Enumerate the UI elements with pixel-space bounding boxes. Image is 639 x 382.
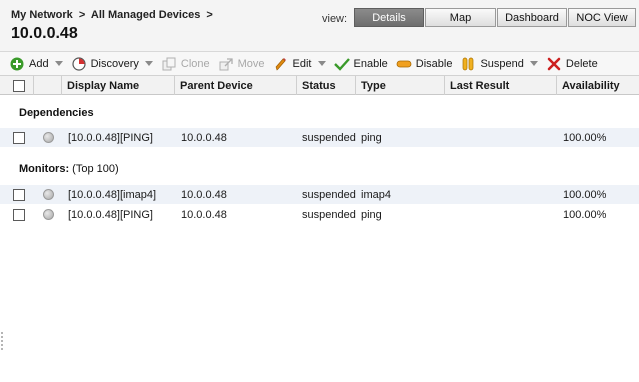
status-dot-icon	[43, 209, 54, 220]
cell-status: suspended	[302, 188, 356, 201]
row-checkbox-cell	[13, 128, 25, 147]
cell-type: ping	[361, 208, 382, 221]
suspend-icon	[460, 56, 476, 72]
cell-type: ping	[361, 131, 382, 144]
status-dot-cell	[43, 205, 54, 224]
action-toolbar: Add Discovery Clone Move Edit Enable Dis…	[0, 52, 639, 76]
disable-button[interactable]: Disable	[393, 53, 458, 75]
edit-icon	[273, 56, 289, 72]
suspend-label: Suspend	[480, 57, 524, 70]
tab-noc-view[interactable]: NOC View	[568, 8, 636, 27]
disable-icon	[396, 56, 412, 72]
status-icon-column	[34, 76, 62, 95]
add-button[interactable]: Add	[0, 53, 68, 75]
cell-availability: 100.00%	[563, 188, 607, 201]
breadcrumb-separator: >	[78, 9, 86, 21]
row-checkbox[interactable]	[13, 131, 25, 144]
column-type[interactable]: Type	[356, 76, 445, 95]
row-checkbox[interactable]	[13, 188, 25, 201]
monitors-label: Monitors:	[19, 163, 70, 175]
enable-icon	[333, 56, 350, 72]
monitors-section-label: Monitors: (Top 100)	[19, 163, 119, 175]
suspend-button[interactable]: Suspend	[457, 53, 542, 75]
cell-display-name[interactable]: [10.0.0.48][PING]	[68, 128, 153, 147]
breadcrumb-separator: >	[206, 9, 213, 21]
clone-icon	[161, 56, 177, 72]
column-last-result[interactable]: Last Result	[445, 76, 557, 95]
column-display-name[interactable]: Display Name	[62, 76, 175, 95]
cell-parent-device: 10.0.0.48	[181, 131, 227, 144]
cell-display-name[interactable]: [10.0.0.48][PING]	[68, 205, 153, 224]
row-checkbox-cell	[13, 185, 25, 204]
add-icon	[9, 56, 25, 72]
chevron-down-icon[interactable]	[317, 61, 326, 66]
enable-label: Enable	[353, 57, 388, 70]
move-icon	[218, 56, 234, 72]
view-label: view:	[322, 13, 348, 25]
disable-label: Disable	[415, 57, 453, 70]
add-label: Add	[29, 57, 49, 70]
column-status[interactable]: Status	[297, 76, 356, 95]
cell-parent-device: 10.0.0.48	[181, 208, 227, 221]
cell-display-name[interactable]: [10.0.0.48][imap4]	[68, 185, 156, 204]
column-parent-device[interactable]: Parent Device	[175, 76, 297, 95]
select-all-checkbox[interactable]	[13, 79, 25, 92]
breadcrumb-my-network[interactable]: My Network	[11, 9, 73, 21]
chevron-down-icon[interactable]	[144, 61, 153, 66]
column-availability[interactable]: Availability	[557, 76, 639, 95]
table-row[interactable]: [10.0.0.48][PING] 10.0.0.48 suspended pi…	[0, 205, 639, 224]
breadcrumb: My Network > All Managed Devices >	[11, 9, 216, 21]
table-row[interactable]: [10.0.0.48][PING] 10.0.0.48 suspended pi…	[0, 128, 639, 147]
cell-parent-device: 10.0.0.48	[181, 188, 227, 201]
table-row[interactable]: [10.0.0.48][imap4] 10.0.0.48 suspended i…	[0, 185, 639, 204]
tab-map[interactable]: Map	[425, 8, 496, 27]
view-tabs: Details Map Dashboard NOC View	[354, 8, 637, 27]
edit-label: Edit	[292, 57, 312, 70]
edit-button[interactable]: Edit	[270, 53, 331, 75]
select-all-cell	[0, 76, 34, 95]
status-dot-icon	[43, 132, 54, 143]
delete-icon	[546, 56, 562, 72]
page-header: My Network > All Managed Devices > 10.0.…	[0, 0, 639, 52]
dependencies-section-label: Dependencies	[19, 107, 94, 119]
status-dot-icon	[43, 189, 54, 200]
discovery-button[interactable]: Discovery	[68, 53, 158, 75]
status-dot-cell	[43, 185, 54, 204]
panel-resize-handle[interactable]	[0, 330, 4, 350]
breadcrumb-all-managed-devices[interactable]: All Managed Devices	[91, 9, 200, 21]
clone-label: Clone	[180, 57, 210, 70]
cell-status: suspended	[302, 208, 356, 221]
cell-status: suspended	[302, 131, 356, 144]
discovery-icon	[71, 56, 87, 72]
row-checkbox-cell	[13, 205, 25, 224]
discovery-label: Discovery	[90, 57, 139, 70]
delete-button[interactable]: Delete	[543, 53, 603, 75]
enable-button[interactable]: Enable	[331, 53, 393, 75]
cell-availability: 100.00%	[563, 131, 607, 144]
tab-details[interactable]: Details	[354, 8, 424, 27]
delete-label: Delete	[565, 57, 598, 70]
table-header: Display Name Parent Device Status Type L…	[0, 76, 639, 95]
move-button[interactable]: Move	[215, 53, 270, 75]
status-dot-cell	[43, 128, 54, 147]
monitors-count-label: (Top 100)	[72, 163, 119, 175]
clone-button[interactable]: Clone	[158, 53, 215, 75]
chevron-down-icon[interactable]	[529, 61, 538, 66]
page-title: 10.0.0.48	[11, 25, 78, 42]
cell-availability: 100.00%	[563, 208, 607, 221]
cell-type: imap4	[361, 188, 391, 201]
chevron-down-icon[interactable]	[54, 61, 63, 66]
row-checkbox[interactable]	[13, 208, 25, 221]
tab-dashboard[interactable]: Dashboard	[497, 8, 567, 27]
move-label: Move	[237, 57, 265, 70]
